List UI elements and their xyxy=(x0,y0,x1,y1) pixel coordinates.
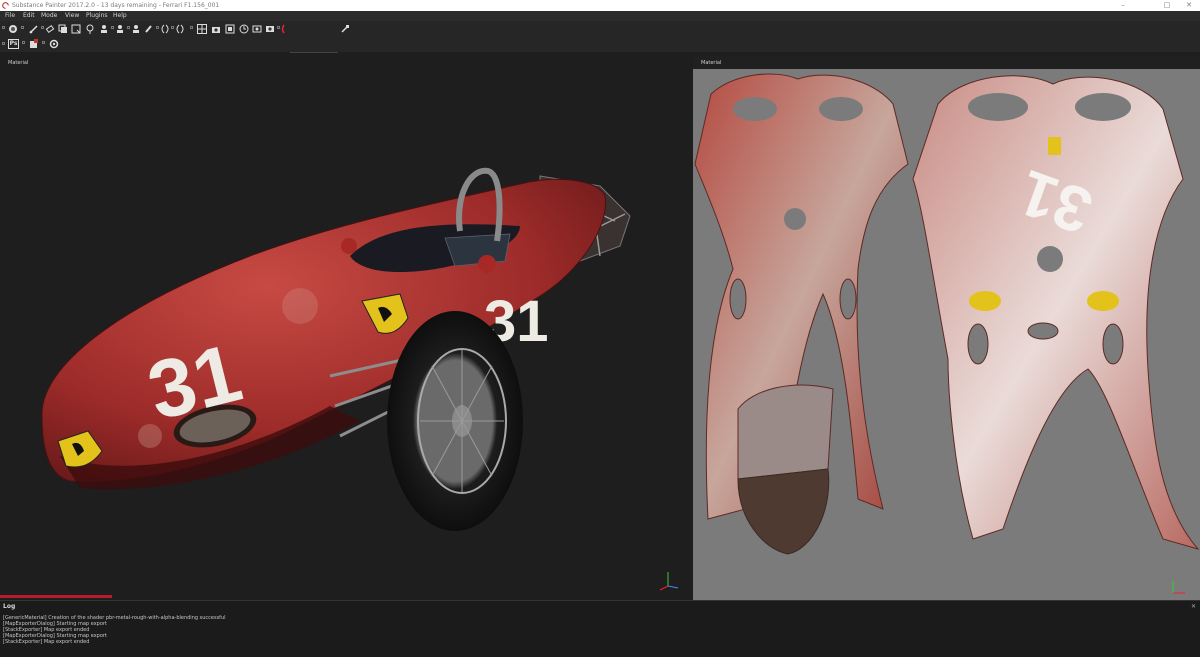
uv-islands: 31 xyxy=(694,73,1200,555)
log-title: Log xyxy=(3,603,16,610)
toolbar-grip-icon xyxy=(2,26,5,29)
racing-car-model: 31 31 xyxy=(41,167,679,591)
toolbar-separator-icon xyxy=(42,41,45,44)
toolbar-separator-icon xyxy=(156,26,159,29)
toolbar-grip-icon xyxy=(2,42,5,45)
paint-tool-icon[interactable] xyxy=(8,24,18,34)
toolbar-separator-icon xyxy=(171,26,174,29)
brush-icon[interactable] xyxy=(29,24,39,34)
material-picker-icon[interactable] xyxy=(115,24,125,34)
uv-axis-gizmo-icon xyxy=(1172,581,1185,594)
photoshop-export-button[interactable]: Ps xyxy=(8,39,19,49)
minimize-button[interactable]: – xyxy=(1112,0,1134,11)
menu-bar: File Edit Mode View Plugins Help xyxy=(0,11,1200,21)
texture-set-icon[interactable] xyxy=(225,24,235,34)
close-window-button[interactable]: ✕ xyxy=(1178,0,1200,11)
polygon-fill-icon[interactable] xyxy=(131,24,141,34)
export-textures-icon[interactable] xyxy=(29,39,39,49)
progress-bar xyxy=(0,595,112,598)
toolbar-separator-icon xyxy=(127,26,130,29)
viewport-3d[interactable]: Material 31 31 xyxy=(0,56,692,598)
eraser-icon[interactable] xyxy=(45,24,55,34)
toolbar-separator-icon xyxy=(277,26,280,29)
title-bar: Substance Painter 2017.2.0 - 13 days rem… xyxy=(0,0,1200,11)
render-icon[interactable] xyxy=(252,24,262,34)
log-close-button[interactable]: ✕ xyxy=(1191,603,1196,610)
grid-view-icon[interactable] xyxy=(197,24,207,34)
viewport-2d-label: Material xyxy=(701,60,722,66)
menu-item-view[interactable]: View xyxy=(65,11,79,21)
smudge-icon[interactable] xyxy=(85,24,95,34)
toolbar-separator-icon xyxy=(111,26,114,29)
mirror-icon[interactable] xyxy=(175,24,185,34)
toolbar-separator-icon xyxy=(41,26,44,29)
viewport-mode-icon[interactable] xyxy=(281,24,291,34)
menu-item-plugins[interactable]: Plugins xyxy=(86,11,108,21)
menu-item-help[interactable]: Help xyxy=(113,11,127,21)
menu-item-mode[interactable]: Mode xyxy=(41,11,57,21)
substance-painter-logo-icon xyxy=(2,2,9,9)
log-line: [StackExporter] Map export ended xyxy=(3,639,90,645)
maximize-button[interactable]: □ xyxy=(1156,0,1178,11)
toolbar-separator-icon xyxy=(190,26,193,29)
screenshot-icon[interactable] xyxy=(265,24,275,34)
log-panel: Log ✕ [GenericMaterial] Creation of the … xyxy=(0,600,1200,657)
toolbar-separator-icon xyxy=(21,26,24,29)
camera-icon[interactable] xyxy=(211,24,221,34)
toolbar-separator-icon xyxy=(22,41,25,44)
secondary-tool-bar: Ps xyxy=(0,37,1200,52)
tool-bar: 0 xyxy=(0,21,1200,53)
geometry-fill-icon[interactable] xyxy=(71,24,81,34)
uv-canvas[interactable]: 31 xyxy=(693,69,1200,634)
projection-icon[interactable] xyxy=(58,24,68,34)
clone-tool-icon[interactable] xyxy=(99,24,109,34)
settings-gear-icon[interactable] xyxy=(49,39,59,49)
axis-gizmo-icon xyxy=(659,572,679,591)
menu-item-file[interactable]: File xyxy=(5,11,15,21)
menu-item-edit[interactable]: Edit xyxy=(23,11,35,21)
viewport-2d[interactable]: Material 31 xyxy=(693,56,1200,634)
eyedropper-icon[interactable] xyxy=(340,24,350,34)
symmetry-icon[interactable] xyxy=(160,24,170,34)
window-title: Substance Painter 2017.2.0 - 13 days rem… xyxy=(12,2,220,9)
display-settings-icon[interactable] xyxy=(239,24,249,34)
pen-icon[interactable] xyxy=(144,24,154,34)
